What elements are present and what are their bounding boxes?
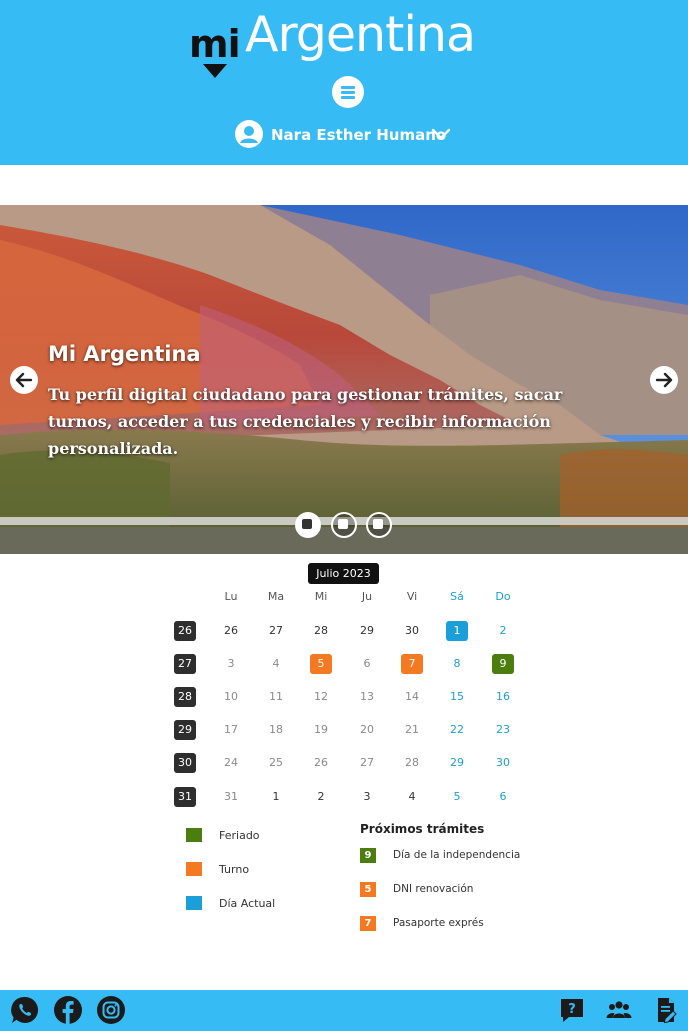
tramite-day-badge: 7 <box>360 916 376 931</box>
calendar-day[interactable]: 31 <box>220 787 242 807</box>
week-number-badge: 27 <box>174 654 196 674</box>
legend-feriado-swatch <box>186 828 202 842</box>
hero-title: Mi Argentina <box>48 342 201 366</box>
week-number-badge: 26 <box>174 621 196 641</box>
calendar-day[interactable]: 2 <box>310 787 332 807</box>
carousel-dot-2[interactable] <box>331 512 357 538</box>
calendar-day[interactable]: 3 <box>220 654 242 674</box>
week-number-badge: 29 <box>174 720 196 740</box>
menu-button[interactable] <box>332 76 364 108</box>
calendar-day[interactable]: 6 <box>492 787 514 807</box>
weekday-header: Sá <box>450 590 464 603</box>
calendar-day[interactable]: 1 <box>265 787 287 807</box>
carousel-prev-button[interactable] <box>10 366 38 394</box>
hero-landscape-image <box>0 205 688 554</box>
user-name: Nara Esther Humano <box>271 126 447 144</box>
user-avatar-icon <box>235 120 263 148</box>
calendar-day[interactable]: 11 <box>265 687 287 707</box>
calendar-day[interactable]: 28 <box>310 621 332 641</box>
tramite-day-badge: 9 <box>360 848 376 863</box>
calendar-day[interactable]: 8 <box>446 654 468 674</box>
calendar-day[interactable]: 28 <box>401 753 423 773</box>
calendar-day[interactable]: 12 <box>310 687 332 707</box>
carousel-next-button[interactable] <box>650 366 678 394</box>
document-edit-icon[interactable] <box>651 995 681 1025</box>
calendar-day[interactable]: 13 <box>356 687 378 707</box>
calendar-day[interactable]: 4 <box>265 654 287 674</box>
legend-turno-swatch <box>186 862 202 876</box>
calendar-day[interactable]: 25 <box>265 753 287 773</box>
whatsapp-icon[interactable] <box>10 995 40 1025</box>
calendar-day[interactable]: 26 <box>310 753 332 773</box>
calendar-day[interactable]: 23 <box>492 720 514 740</box>
carousel-dot-1[interactable] <box>295 512 321 538</box>
tramite-day-badge: 5 <box>360 882 376 897</box>
legend-dia-actual-label: Día Actual <box>219 897 276 910</box>
calendar-day[interactable]: 20 <box>356 720 378 740</box>
arrow-right-icon <box>655 372 673 388</box>
calendar-day[interactable]: 26 <box>220 621 242 641</box>
tramite-label[interactable]: DNI renovación <box>393 883 473 895</box>
weekday-header: Ma <box>267 590 285 603</box>
logo-argentina-text: Argentina <box>245 6 476 63</box>
calendar-day[interactable]: 15 <box>446 687 468 707</box>
tramite-label[interactable]: Pasaporte exprés <box>393 917 484 929</box>
calendar-day[interactable]: 22 <box>446 720 468 740</box>
calendar-day[interactable]: 10 <box>220 687 242 707</box>
instagram-icon[interactable] <box>96 995 126 1025</box>
weekday-header: Vi <box>406 590 418 603</box>
arrow-left-icon <box>15 372 33 388</box>
week-number-badge: 28 <box>174 687 196 707</box>
help-icon[interactable]: ? <box>557 995 587 1025</box>
calendar-day[interactable]: 6 <box>356 654 378 674</box>
calendar-day[interactable]: 27 <box>265 621 287 641</box>
calendar-day[interactable]: 5 <box>310 654 332 674</box>
calendar-day[interactable]: 24 <box>220 753 242 773</box>
calendar-day[interactable]: 14 <box>401 687 423 707</box>
calendar-day[interactable]: 19 <box>310 720 332 740</box>
calendar-day[interactable]: 4 <box>401 787 423 807</box>
footer: ? <box>0 990 688 1031</box>
header: mi Argentina Nara Esther Humano <box>0 0 688 165</box>
hero-description: Tu perfil digital ciudadano para gestion… <box>48 385 563 458</box>
calendar-day[interactable]: 3 <box>356 787 378 807</box>
calendar-day[interactable]: 9 <box>492 654 514 674</box>
calendar-day[interactable]: 27 <box>356 753 378 773</box>
carousel-dot-3[interactable] <box>366 512 392 538</box>
legend-turno-label: Turno <box>219 863 250 876</box>
weekday-header: Mi <box>314 590 328 603</box>
legend-dia-actual-swatch <box>186 896 202 910</box>
weekday-header: Lu <box>224 590 238 603</box>
calendar-day[interactable]: 1 <box>446 621 468 641</box>
proximos-tramites-title: Próximos trámites <box>360 822 485 836</box>
chevron-down-icon <box>431 128 451 140</box>
calendar-day[interactable]: 2 <box>492 621 514 641</box>
calendar-day[interactable]: 29 <box>356 621 378 641</box>
calendar-day[interactable]: 21 <box>401 720 423 740</box>
week-number-badge: 30 <box>174 753 196 773</box>
calendar-day[interactable]: 7 <box>401 654 423 674</box>
weekday-header: Do <box>495 590 511 603</box>
calendar-day[interactable]: 18 <box>265 720 287 740</box>
hamburger-icon <box>341 86 355 89</box>
svg-text:?: ? <box>568 1002 576 1017</box>
week-number-badge: 31 <box>174 787 196 807</box>
legend-feriado-label: Feriado <box>219 829 260 842</box>
calendar-month-label: Julio 2023 <box>308 563 379 584</box>
hero-carousel: Mi Argentina Tu perfil digital ciudadano… <box>0 205 688 554</box>
calendar-day[interactable]: 30 <box>492 753 514 773</box>
tramite-label[interactable]: Día de la independencia <box>393 849 520 861</box>
calendar-day[interactable]: 17 <box>220 720 242 740</box>
calendar-day[interactable]: 30 <box>401 621 423 641</box>
weekday-header: Ju <box>361 590 373 603</box>
calendar-day[interactable]: 29 <box>446 753 468 773</box>
calendar-day[interactable]: 16 <box>492 687 514 707</box>
logo-pin-triangle <box>203 64 227 78</box>
logo-mi-text: mi <box>189 22 241 66</box>
community-icon[interactable] <box>604 995 634 1025</box>
calendar-day[interactable]: 5 <box>446 787 468 807</box>
facebook-icon[interactable] <box>53 995 83 1025</box>
